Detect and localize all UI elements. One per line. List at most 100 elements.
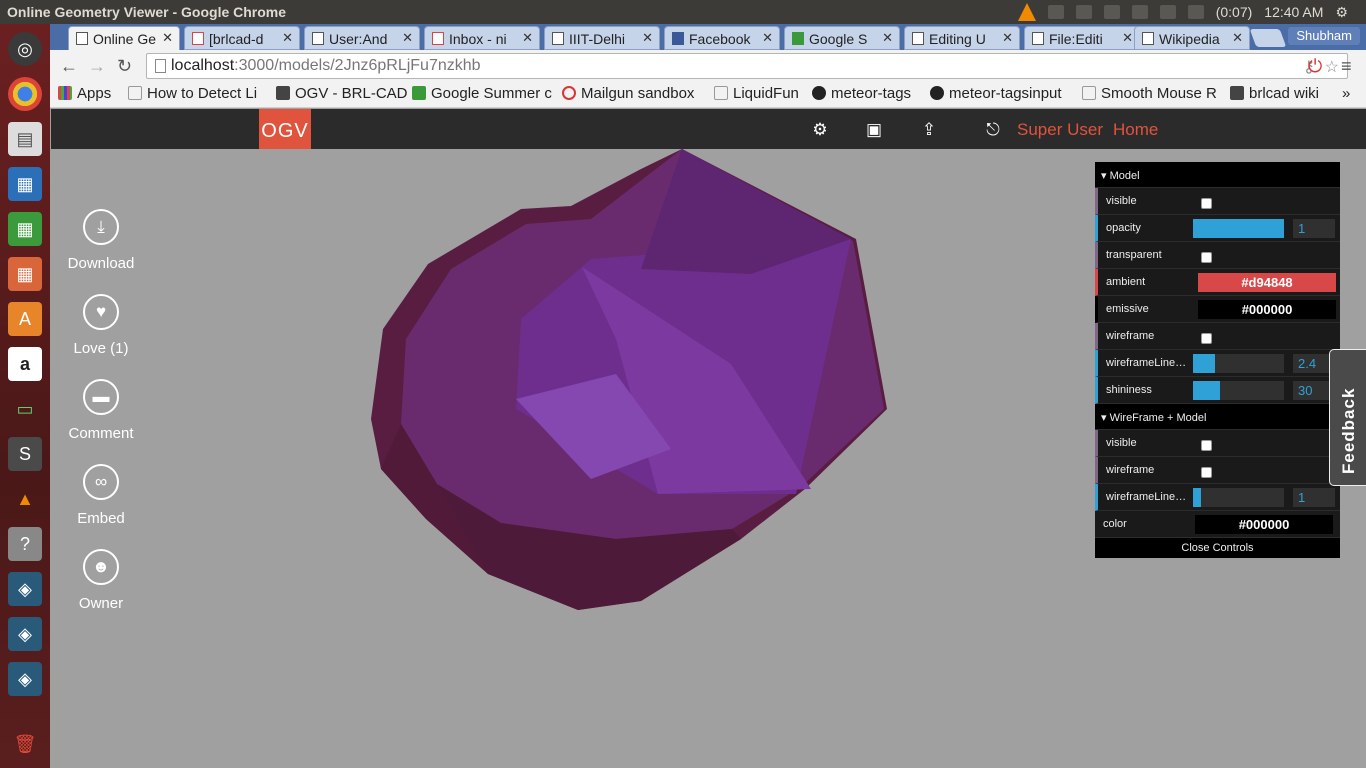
bookmark-gsoc[interactable]: Google Summer c bbox=[412, 85, 552, 102]
wm-wireframe-checkbox[interactable] bbox=[1201, 467, 1212, 478]
chrome-icon[interactable] bbox=[8, 77, 42, 111]
heart-icon: ♥ bbox=[83, 294, 119, 330]
forward-arrow-icon[interactable]: → bbox=[88, 56, 106, 77]
new-tab-button[interactable] bbox=[1249, 29, 1287, 47]
tab-google-summer[interactable]: Google S ✕ bbox=[784, 26, 900, 50]
sublime-text-icon[interactable]: S bbox=[8, 437, 42, 471]
love-button[interactable]: ♥ Love (1) bbox=[66, 294, 136, 357]
extension-icon[interactable]: ⏻ bbox=[1308, 56, 1322, 77]
bookmark-meteor-tags[interactable]: meteor-tags bbox=[812, 85, 911, 102]
clock[interactable]: 12:40 AM bbox=[1264, 4, 1323, 20]
battery-time[interactable]: (0:07) bbox=[1216, 4, 1253, 20]
ambient-color-input[interactable]: #d94848 bbox=[1198, 273, 1336, 292]
model-visible-checkbox[interactable] bbox=[1201, 198, 1212, 209]
close-tab-icon[interactable]: ✕ bbox=[882, 30, 893, 46]
shininess-slider[interactable] bbox=[1193, 381, 1284, 400]
close-controls-button[interactable]: Close Controls bbox=[1095, 538, 1340, 558]
user-link[interactable]: Super User bbox=[1017, 120, 1103, 140]
tab-file-editing[interactable]: File:Editi ✕ bbox=[1024, 26, 1140, 50]
network-tray-icon[interactable] bbox=[1159, 5, 1176, 19]
software-center-icon[interactable]: A bbox=[8, 302, 42, 336]
menu-icon[interactable]: ≡ bbox=[1341, 56, 1352, 77]
vlc-tray-icon[interactable] bbox=[1017, 3, 1036, 21]
settings-icon[interactable]: ⚙ bbox=[810, 120, 830, 139]
dropbox-tray-icon[interactable] bbox=[1047, 5, 1064, 19]
model-folder-header[interactable]: ▾ Model bbox=[1095, 162, 1340, 188]
bookmark-mailgun[interactable]: Mailgun sandbox bbox=[562, 85, 700, 102]
wm-linewidth-slider[interactable] bbox=[1193, 488, 1284, 507]
feedback-tab[interactable]: Feedback bbox=[1329, 349, 1366, 486]
back-arrow-icon[interactable]: ← bbox=[60, 56, 78, 77]
calc-icon[interactable]: ▦ bbox=[8, 212, 42, 246]
tab-iiit[interactable]: IIIT-Delhi ✕ bbox=[544, 26, 660, 50]
tab-online-geometry[interactable]: Online Ge ✕ bbox=[68, 26, 180, 51]
embed-button[interactable]: ∞ Embed bbox=[66, 464, 136, 527]
transparent-row: transparent bbox=[1095, 242, 1340, 269]
amazon-icon[interactable]: a bbox=[8, 347, 42, 381]
bookmark-brlcad-wiki[interactable]: brlcad wiki bbox=[1230, 85, 1319, 102]
ogv-logo[interactable]: OGV bbox=[259, 109, 311, 149]
system-monitor-icon[interactable]: ▭ bbox=[8, 392, 42, 426]
bookmark-liquidfun[interactable]: LiquidFun bbox=[714, 85, 799, 102]
impress-icon[interactable]: ▦ bbox=[8, 257, 42, 291]
star-icon[interactable]: ☆ bbox=[1325, 57, 1339, 77]
reload-icon[interactable]: ↻ bbox=[117, 56, 132, 77]
wm-visible-checkbox[interactable] bbox=[1201, 440, 1212, 451]
address-bar[interactable]: localhost:3000/models/2Jnz6pRLjFu7nzkhb … bbox=[146, 53, 1348, 79]
bookmark-ogv[interactable]: OGV - BRL-CAD bbox=[276, 85, 408, 102]
terminal-icon-2[interactable]: ◈ bbox=[8, 617, 42, 651]
upload-icon[interactable]: ⇪ bbox=[919, 120, 939, 139]
link-icon: ∞ bbox=[83, 464, 119, 500]
bookmark-meteor-tagsinput[interactable]: meteor-tagsinput bbox=[930, 85, 1070, 102]
close-tab-icon[interactable]: ✕ bbox=[762, 30, 773, 46]
emissive-color-input[interactable]: #000000 bbox=[1198, 300, 1336, 319]
help-icon[interactable]: ? bbox=[8, 527, 42, 561]
files-icon[interactable]: ▤ bbox=[8, 122, 42, 156]
model-viewport[interactable]: ⤓ Download ♥ Love (1) ▬ Comment ∞ Embed … bbox=[51, 149, 1366, 768]
comment-button[interactable]: ▬ Comment bbox=[66, 379, 136, 442]
battery-tray-icon[interactable] bbox=[1187, 5, 1204, 19]
page-icon bbox=[1082, 86, 1096, 100]
tab-user[interactable]: User:And ✕ bbox=[304, 26, 420, 50]
ubuntu-logo-icon[interactable]: ◎ bbox=[8, 32, 42, 66]
home-link[interactable]: Home bbox=[1113, 120, 1158, 140]
close-tab-icon[interactable]: ✕ bbox=[1232, 30, 1243, 46]
bookmarks-overflow[interactable]: » bbox=[1342, 85, 1350, 102]
wm-color-input[interactable]: #000000 bbox=[1195, 515, 1333, 534]
wireframe-checkbox[interactable] bbox=[1201, 333, 1212, 344]
tab-facebook[interactable]: Facebook ✕ bbox=[664, 26, 780, 50]
vlc-icon[interactable]: ▲ bbox=[8, 482, 42, 516]
tab-editing[interactable]: Editing U ✕ bbox=[904, 26, 1020, 50]
terminal-icon-3[interactable]: ◈ bbox=[8, 662, 42, 696]
wireframe-model-folder-header[interactable]: ▾ WireFrame + Model bbox=[1095, 404, 1340, 430]
opacity-input[interactable]: 1 bbox=[1293, 219, 1335, 238]
profile-button[interactable]: Shubham bbox=[1288, 27, 1360, 45]
mail-tray-icon[interactable] bbox=[1131, 5, 1148, 19]
gear-icon[interactable]: ⚙ bbox=[1335, 4, 1348, 21]
close-tab-icon[interactable]: ✕ bbox=[642, 30, 653, 46]
close-tab-icon[interactable]: ✕ bbox=[282, 30, 293, 46]
models-icon[interactable]: ▣ bbox=[864, 120, 884, 139]
owner-button[interactable]: ☻ Owner bbox=[66, 549, 136, 612]
wireframe-linewidth-slider[interactable] bbox=[1193, 354, 1284, 373]
wm-linewidth-input[interactable]: 1 bbox=[1293, 488, 1335, 507]
bookmark-smooth-mouse[interactable]: Smooth Mouse R bbox=[1082, 85, 1218, 102]
close-tab-icon[interactable]: ✕ bbox=[1002, 30, 1013, 46]
opacity-slider[interactable] bbox=[1193, 219, 1284, 238]
tab-inbox[interactable]: Inbox - ni ✕ bbox=[424, 26, 540, 50]
logout-icon[interactable]: ⎋ bbox=[983, 120, 1003, 139]
close-tab-icon[interactable]: ✕ bbox=[402, 30, 413, 46]
trash-icon[interactable]: 🗑 bbox=[8, 727, 42, 761]
tab-brlcad[interactable]: [brlcad-d ✕ bbox=[184, 26, 300, 50]
writer-icon[interactable]: ▦ bbox=[8, 167, 42, 201]
transparent-checkbox[interactable] bbox=[1201, 252, 1212, 263]
bookmark-apps[interactable]: Apps bbox=[58, 85, 111, 102]
close-tab-icon[interactable]: ✕ bbox=[1122, 30, 1133, 46]
download-button[interactable]: ⤓ Download bbox=[66, 209, 136, 272]
bluetooth-tray-icon[interactable] bbox=[1103, 5, 1120, 19]
close-tab-icon[interactable]: ✕ bbox=[162, 30, 173, 46]
keyboard-tray-icon[interactable] bbox=[1075, 5, 1092, 19]
tab-wikipedia[interactable]: Wikipedia ✕ bbox=[1134, 26, 1250, 50]
terminal-icon-1[interactable]: ◈ bbox=[8, 572, 42, 606]
close-tab-icon[interactable]: ✕ bbox=[522, 30, 533, 46]
